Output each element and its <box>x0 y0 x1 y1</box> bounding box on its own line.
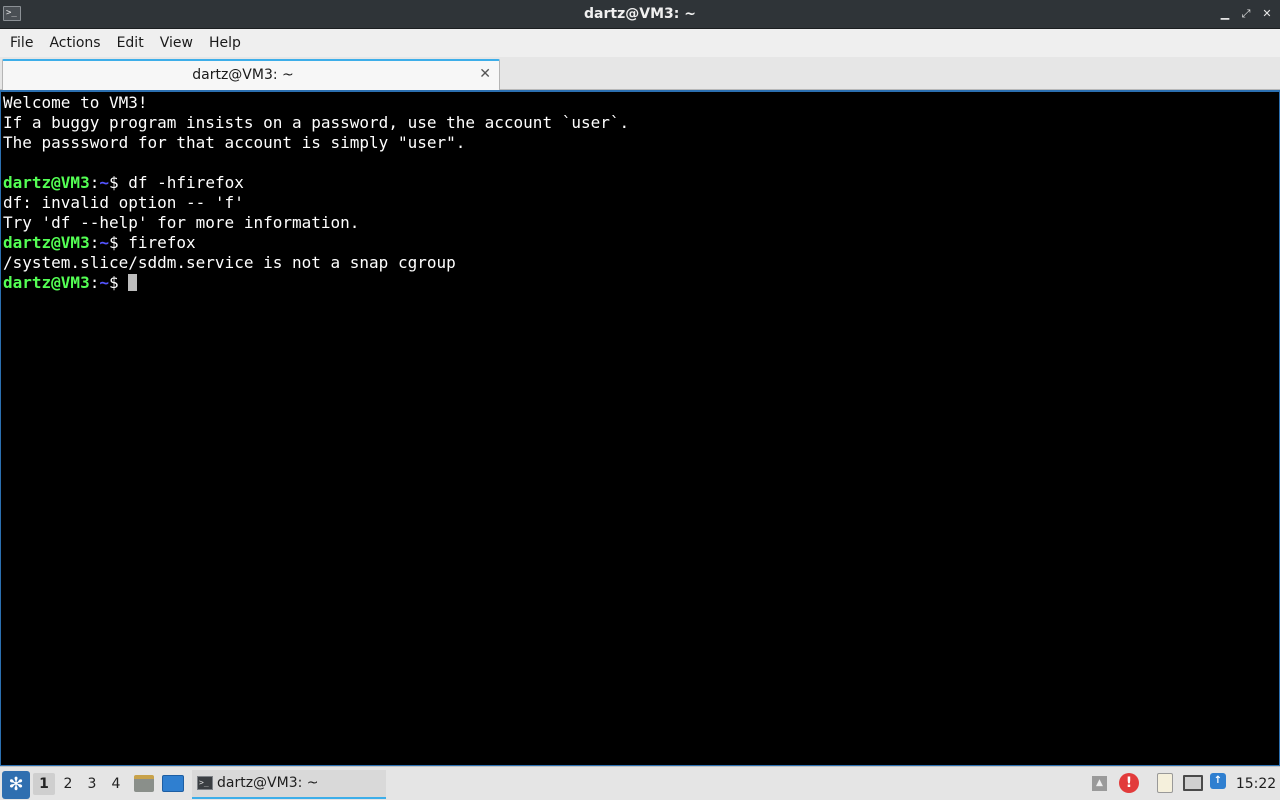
window-title: dartz@VM3: ~ <box>584 6 696 22</box>
workspace-4[interactable]: 4 <box>105 773 127 795</box>
prompt-path: ~ <box>99 233 109 252</box>
task-label: dartz@VM3: ~ <box>217 775 319 791</box>
menu-actions[interactable]: Actions <box>41 29 108 57</box>
clock[interactable]: 15:22 <box>1232 767 1280 800</box>
prompt-separator: : <box>89 273 100 292</box>
prompt-symbol: $ <box>108 273 119 292</box>
prompt-command: df -hfirefox <box>118 173 244 192</box>
prompt-user-host: dartz@VM3 <box>3 173 90 192</box>
prompt-symbol: $ <box>108 233 119 252</box>
clipboard-icon[interactable] <box>1157 773 1173 793</box>
close-button[interactable]: ✕ <box>1260 7 1274 21</box>
network-icon[interactable] <box>1183 775 1203 791</box>
workspace-3[interactable]: 3 <box>81 773 103 795</box>
terminal-view[interactable]: Welcome to VM3! If a buggy program insist… <box>0 90 1280 766</box>
tab-terminal[interactable]: dartz@VM3: ~ ✕ <box>2 59 500 90</box>
prompt-command <box>119 273 129 292</box>
menu-edit[interactable]: Edit <box>109 29 152 57</box>
maximize-button[interactable]: ⤢ <box>1239 7 1253 21</box>
prompt-path: ~ <box>99 173 109 192</box>
tab-label: dartz@VM3: ~ <box>192 67 294 83</box>
taskbar-task-terminal[interactable]: >_ dartz@VM3: ~ <box>192 770 386 799</box>
prompt-symbol: $ <box>108 173 119 192</box>
prompt-user-host: dartz@VM3 <box>3 233 90 252</box>
workspace-1[interactable]: 1 <box>33 773 55 795</box>
terminal-prompt-line: dartz@VM3:~$ <box>3 273 1277 293</box>
terminal-icon: >_ <box>197 776 213 790</box>
prompt-path: ~ <box>99 273 109 292</box>
menu-view[interactable]: View <box>152 29 201 57</box>
prompt-command: firefox <box>118 233 196 252</box>
prompt-user-host: dartz@VM3 <box>3 273 90 292</box>
taskbar: ✻ 1 2 3 4 >_ dartz@VM3: ~ ▲ ! ↑ 15:22 <box>0 766 1280 800</box>
tab-bar: dartz@VM3: ~ ✕ <box>0 57 1280 90</box>
start-menu-icon[interactable]: ✻ <box>2 771 30 799</box>
terminal-output-line: Try 'df --help' for more information. <box>3 213 360 232</box>
terminal-prompt-line: dartz@VM3:~$ df -hfirefox <box>3 173 1277 193</box>
file-manager-icon[interactable] <box>134 775 154 792</box>
terminal-output-line: /system.slice/sddm.service is not a snap… <box>3 253 456 272</box>
terminal-output-line: If a buggy program insists on a password… <box>3 113 630 132</box>
window-titlebar[interactable]: >_ dartz@VM3: ~ ▁ ⤢ ✕ <box>0 0 1280 29</box>
prompt-separator: : <box>89 173 100 192</box>
minimize-button[interactable]: ▁ <box>1218 7 1232 21</box>
tab-close-icon[interactable]: ✕ <box>479 64 491 84</box>
tray-expand-icon[interactable]: ▲ <box>1092 776 1107 791</box>
terminal-prompt-line: dartz@VM3:~$ firefox <box>3 233 1277 253</box>
workspace-2[interactable]: 2 <box>57 773 79 795</box>
prompt-separator: : <box>89 233 100 252</box>
terminal-output-line: df: invalid option -- 'f' <box>3 193 244 212</box>
menu-file[interactable]: File <box>2 29 41 57</box>
menu-help[interactable]: Help <box>201 29 249 57</box>
show-desktop-icon[interactable] <box>162 775 184 792</box>
update-icon[interactable]: ↑ <box>1210 773 1226 789</box>
menu-bar: File Actions Edit View Help <box>0 29 1280 57</box>
terminal-output-line: Welcome to VM3! <box>3 93 148 112</box>
terminal-cursor <box>128 274 138 291</box>
terminal-output-line: The passsword for that account is simply… <box>3 133 466 152</box>
alert-icon[interactable]: ! <box>1119 773 1139 793</box>
